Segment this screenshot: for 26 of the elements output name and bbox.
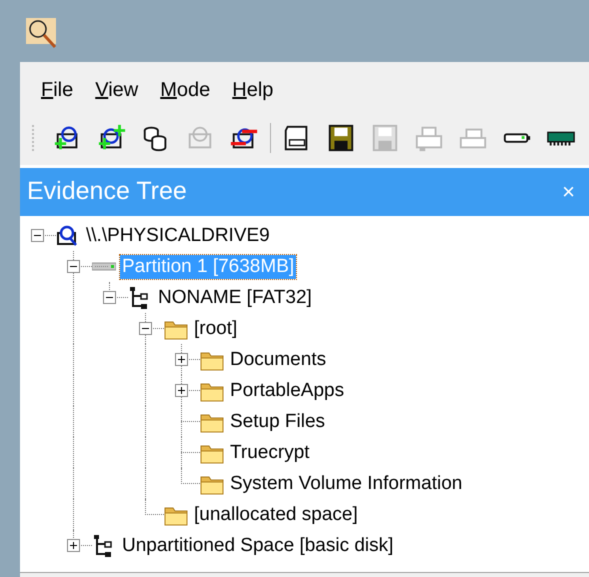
tree-item[interactable]: System Volume Information bbox=[228, 472, 464, 496]
panel-title: Evidence Tree bbox=[27, 176, 187, 208]
plus-icon bbox=[177, 386, 186, 395]
collapse-toggle[interactable] bbox=[139, 322, 152, 335]
collapse-toggle[interactable] bbox=[103, 291, 116, 304]
tree-item[interactable]: [root] bbox=[192, 316, 240, 340]
expand-toggle[interactable] bbox=[67, 539, 80, 552]
menu-item[interactable]: File bbox=[40, 76, 74, 104]
tree-item[interactable]: Documents bbox=[228, 348, 328, 372]
plus-icon bbox=[69, 541, 78, 550]
tree-item[interactable]: [unallocated space] bbox=[192, 502, 360, 526]
tree-item[interactable]: Truecrypt bbox=[228, 440, 312, 464]
tree-item[interactable]: Setup Files bbox=[228, 410, 328, 434]
plus-icon bbox=[177, 355, 186, 364]
menu-item[interactable]: View bbox=[94, 76, 140, 104]
magnifier-icon bbox=[26, 18, 58, 50]
menu-item[interactable]: Help bbox=[231, 76, 274, 104]
tree-item[interactable]: Unpartitioned Space [basic disk] bbox=[120, 534, 396, 558]
collapse-toggle[interactable] bbox=[31, 229, 44, 242]
tree-item[interactable]: \\.\PHYSICALDRIVE9 bbox=[84, 224, 272, 248]
tree-item[interactable]: PortableApps bbox=[228, 378, 346, 402]
menu-item[interactable]: Mode bbox=[159, 76, 212, 104]
expand-toggle[interactable] bbox=[175, 384, 188, 397]
expand-toggle[interactable] bbox=[175, 353, 188, 366]
tree-item[interactable]: NONAME [FAT32] bbox=[156, 286, 314, 310]
collapse-toggle[interactable] bbox=[67, 260, 80, 273]
